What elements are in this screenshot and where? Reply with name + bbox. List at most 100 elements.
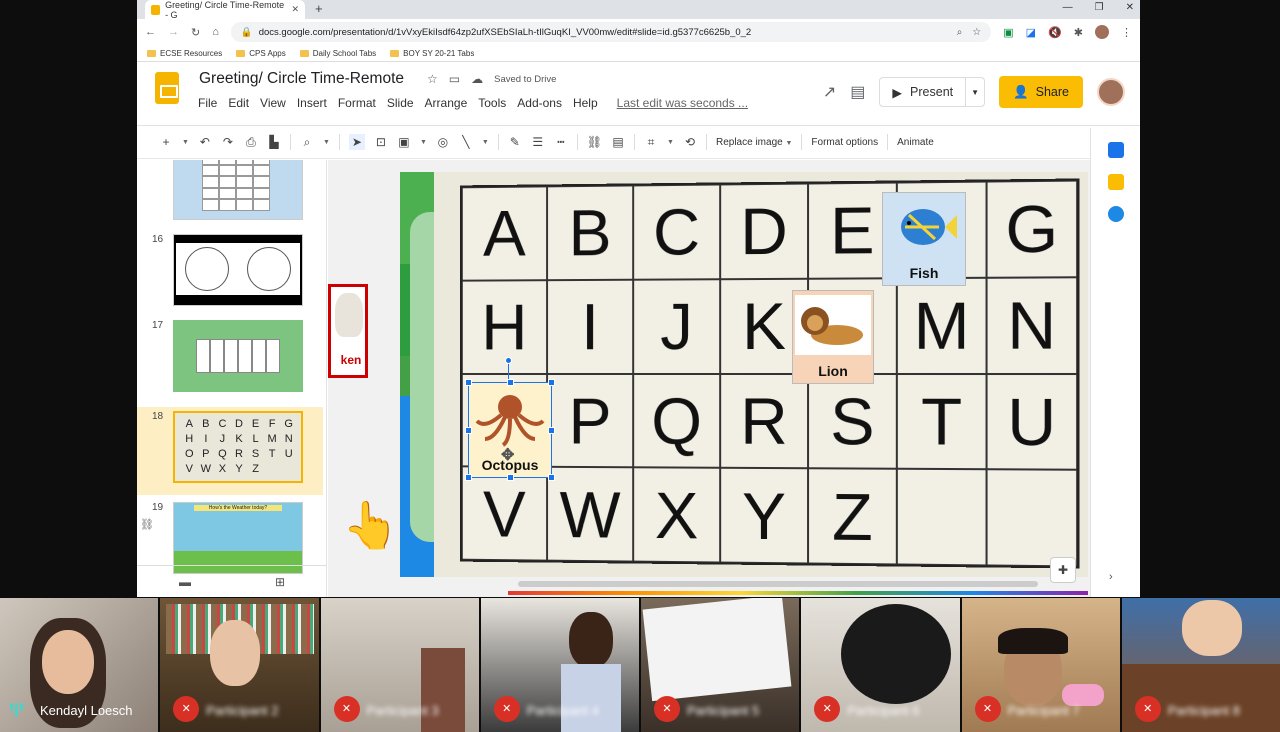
participant-tile[interactable]: ✕ Participant 2 — [160, 598, 319, 732]
menu-arrange[interactable]: Arrange — [425, 96, 468, 110]
border-dash-icon[interactable]: ┅ — [554, 135, 568, 149]
menu-help[interactable]: Help — [573, 96, 598, 110]
resize-handle[interactable] — [548, 427, 555, 434]
link-icon[interactable]: ⛓ — [587, 135, 602, 149]
resize-handle[interactable] — [465, 474, 472, 481]
redo-icon[interactable]: ↷ — [221, 135, 235, 149]
slide-thumbnail-18[interactable]: ABCDEFGHIJKLMNOPQRSTUVWXYZ — [173, 411, 303, 483]
border-weight-icon[interactable]: ☰ — [531, 135, 545, 149]
share-button[interactable]: 👤 Share — [999, 76, 1083, 108]
animate-button[interactable]: Animate — [897, 137, 934, 148]
participant-tile[interactable]: ✕ Participant 6 — [801, 598, 960, 732]
last-edit-link[interactable]: Last edit was seconds ... — [617, 96, 748, 110]
format-options-button[interactable]: Format options — [811, 137, 878, 148]
slides-logo-icon[interactable] — [155, 72, 179, 104]
menu-view[interactable]: View — [260, 96, 286, 110]
participant-tile[interactable]: ✕ Participant 7 — [961, 598, 1120, 732]
new-tab-icon[interactable]: + — [315, 1, 323, 16]
activity-trend-icon[interactable]: ↗ — [823, 82, 836, 102]
move-folder-icon[interactable]: ▭ — [449, 72, 460, 86]
user-avatar[interactable] — [1097, 78, 1125, 106]
select-cursor-icon[interactable]: ➤ — [348, 134, 365, 150]
undo-icon[interactable]: ↶ — [198, 135, 212, 149]
bookmark-item[interactable]: BOY SY 20-21 Tabs — [390, 49, 474, 58]
filmstrip-item[interactable]: 17 — [137, 320, 323, 392]
reset-image-icon[interactable]: ⟲ — [683, 135, 697, 149]
restore-icon[interactable]: ❐ — [1095, 2, 1104, 13]
expand-panel-icon[interactable]: › — [1109, 571, 1113, 583]
filmstrip-item[interactable]: 16 — [137, 234, 323, 306]
document-title[interactable]: Greeting/ Circle Time-Remote — [199, 70, 404, 88]
crop-icon[interactable]: ⌗ — [644, 135, 658, 150]
menu-edit[interactable]: Edit — [228, 96, 249, 110]
line-icon[interactable]: ╲ — [459, 135, 473, 149]
zoom-icon[interactable]: ⌕ — [300, 135, 314, 150]
new-slide-icon[interactable]: + — [159, 135, 173, 149]
profile-avatar[interactable] — [1095, 25, 1109, 39]
print-icon[interactable]: ⎙ — [244, 135, 258, 150]
reload-icon[interactable]: ↻ — [191, 26, 200, 39]
resize-handle[interactable] — [465, 427, 472, 434]
lion-card[interactable]: Lion — [792, 290, 874, 384]
menu-insert[interactable]: Insert — [297, 96, 327, 110]
chevron-down-icon[interactable]: ▼ — [323, 139, 330, 146]
rotate-handle[interactable] — [505, 357, 512, 364]
participant-tile[interactable]: ✕ Participant 3 — [320, 598, 479, 732]
fish-card[interactable]: Fish — [882, 192, 966, 286]
slide-thumbnail-16[interactable] — [173, 234, 303, 306]
resize-handle[interactable] — [548, 474, 555, 481]
horizontal-scrollbar[interactable] — [518, 581, 1038, 587]
slide-thumbnail-17[interactable] — [173, 320, 303, 392]
menu-file[interactable]: File — [198, 96, 217, 110]
shape-icon[interactable]: ◎ — [436, 135, 450, 149]
explore-button[interactable]: ✚ — [1050, 557, 1076, 583]
image-icon[interactable]: ▣ — [397, 135, 411, 149]
participant-tile[interactable]: ✕ Participant 8 — [1121, 598, 1280, 732]
current-slide[interactable]: ABCDEFGHIJKLMNOPQRSTUVWXYZ Fish — [400, 172, 1088, 577]
resize-handle[interactable] — [507, 379, 514, 386]
back-icon[interactable]: ← — [145, 26, 156, 38]
paint-format-icon[interactable]: ▙ — [267, 135, 281, 149]
zoom-icon[interactable]: ⌕ — [957, 27, 963, 38]
browser-menu-icon[interactable]: ⋮ — [1121, 26, 1132, 39]
minimize-icon[interactable]: — — [1063, 2, 1073, 13]
tasks-icon[interactable] — [1107, 206, 1124, 222]
calendar-icon[interactable] — [1107, 142, 1124, 158]
chevron-down-icon[interactable]: ▼ — [667, 139, 674, 146]
menu-tools[interactable]: Tools — [478, 96, 506, 110]
chevron-down-icon[interactable]: ▼ — [420, 139, 427, 146]
browser-tab[interactable]: Greeting/ Circle Time-Remote - G ✕ — [145, 0, 305, 20]
menu-slide[interactable]: Slide — [387, 96, 414, 110]
slide-thumbnail-15[interactable] — [173, 160, 303, 220]
participant-tile[interactable]: Kendayl Loesch — [0, 598, 159, 732]
extension-icon-2[interactable]: ◪ — [1026, 26, 1036, 39]
menu-format[interactable]: Format — [338, 96, 376, 110]
present-button[interactable]: ▶ Present — [880, 85, 965, 100]
comment-add-icon[interactable]: ▤ — [611, 135, 625, 149]
close-tab-icon[interactable]: ✕ — [291, 4, 299, 15]
bookmark-star-icon[interactable]: ☆ — [972, 27, 981, 38]
extension-icon[interactable]: ▣ — [1003, 26, 1013, 39]
url-field[interactable]: 🔒 docs.google.com/presentation/d/1vVxyEk… — [230, 22, 992, 42]
chevron-down-icon[interactable]: ▼ — [182, 139, 189, 146]
filmstrip-item[interactable] — [137, 160, 323, 220]
close-window-icon[interactable]: ✕ — [1126, 2, 1134, 13]
keep-icon[interactable] — [1107, 174, 1124, 190]
menu-addons[interactable]: Add-ons — [517, 96, 562, 110]
resize-handle[interactable] — [465, 379, 472, 386]
participant-tile[interactable]: ✕ Participant 5 — [641, 598, 800, 732]
comments-icon[interactable]: ▤ — [850, 82, 865, 102]
forward-icon[interactable]: → — [168, 26, 179, 38]
filmstrip-item[interactable]: 18 ABCDEFGHIJKLMNOPQRSTUVWXYZ — [137, 407, 323, 495]
bookmark-item[interactable]: ECSE Resources — [147, 49, 222, 58]
resize-handle[interactable] — [548, 379, 555, 386]
slide-thumbnail-19[interactable]: How's the Weather today? — [173, 502, 303, 574]
pen-icon[interactable]: ✎ — [508, 135, 522, 149]
present-dropdown-icon[interactable]: ▼ — [965, 78, 984, 106]
bookmark-item[interactable]: Daily School Tabs — [299, 49, 376, 58]
grid-view-icon[interactable]: ⊞ — [275, 575, 285, 589]
star-icon[interactable]: ☆ — [427, 72, 438, 86]
list-view-icon[interactable]: ▬ — [179, 575, 191, 589]
resize-handle[interactable] — [507, 474, 514, 481]
home-icon[interactable]: ⌂ — [212, 26, 219, 38]
